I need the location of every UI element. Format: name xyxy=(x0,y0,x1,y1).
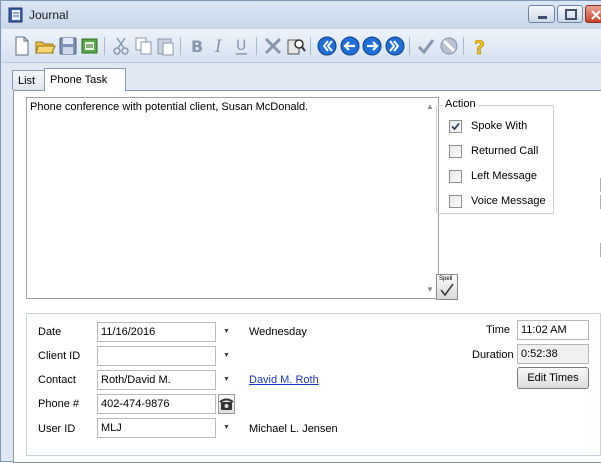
scroll-down-icon[interactable]: ▼ xyxy=(426,285,434,294)
next-record-icon[interactable] xyxy=(361,35,383,57)
weekday-text: Wednesday xyxy=(249,326,307,338)
tab-list[interactable]: List xyxy=(12,70,45,90)
bold-icon[interactable]: B xyxy=(186,35,208,57)
tab-phone-task-label: Phone Task xyxy=(50,74,108,86)
svg-text:U: U xyxy=(236,38,246,54)
underline-icon[interactable]: U xyxy=(231,35,253,57)
paste-icon[interactable] xyxy=(155,35,177,57)
copy-icon[interactable] xyxy=(133,35,155,57)
svg-text:I: I xyxy=(214,37,222,57)
notes-icon[interactable] xyxy=(79,35,101,57)
edit-times-button[interactable]: Edit Times xyxy=(517,367,589,389)
open-folder-icon[interactable] xyxy=(34,35,56,57)
first-record-icon[interactable] xyxy=(316,35,338,57)
phone-field[interactable]: 402-474-9876 xyxy=(97,394,216,414)
voice-message-label: Voice Message xyxy=(471,195,546,207)
phone-label: Phone # xyxy=(38,398,79,410)
checkbox-box[interactable] xyxy=(449,170,462,183)
tab-phone-task[interactable]: Phone Task xyxy=(44,68,126,91)
user-id-dropdown-icon[interactable]: ▼ xyxy=(218,418,235,438)
cut-icon[interactable] xyxy=(110,35,132,57)
journal-window: Journal B I U ? List Phone Task Phone co… xyxy=(0,0,601,463)
left-message-label: Left Message xyxy=(471,170,538,182)
tab-list-label: List xyxy=(18,75,36,87)
title-bar[interactable]: Journal xyxy=(1,1,601,29)
action-group: Action Spoke With Returned Call Left Mes… xyxy=(436,98,554,214)
call-details-form: Date 11/16/2016 ▼ Wednesday Time 11:02 A… xyxy=(26,313,601,456)
last-record-icon[interactable] xyxy=(384,35,406,57)
close-button[interactable] xyxy=(585,5,601,23)
date-field[interactable]: 11/16/2016 xyxy=(97,322,216,342)
contact-dropdown-icon[interactable]: ▼ xyxy=(218,370,235,390)
checkbox-box[interactable] xyxy=(449,145,462,158)
spell-check-icon xyxy=(440,283,454,297)
spell-check-button[interactable]: Spell xyxy=(436,274,458,300)
contact-link[interactable]: David M. Roth xyxy=(249,374,319,386)
toolbar-separator xyxy=(463,37,464,55)
tools-icon[interactable] xyxy=(262,35,284,57)
toolbar-separator xyxy=(409,37,410,55)
client-id-label: Client ID xyxy=(38,350,81,362)
previous-record-icon[interactable] xyxy=(339,35,361,57)
time-field[interactable]: 11:02 AM xyxy=(517,320,589,340)
toolbar: B I U ? xyxy=(2,29,601,63)
minimize-button[interactable] xyxy=(528,5,555,23)
date-label: Date xyxy=(38,326,62,338)
returned-call-label: Returned Call xyxy=(471,145,539,157)
toolbar-separator xyxy=(104,37,105,55)
user-id-field[interactable]: MLJ xyxy=(97,418,216,438)
checkbox-box[interactable] xyxy=(449,195,462,208)
cancel-icon[interactable] xyxy=(438,35,460,57)
client-id-dropdown-icon[interactable]: ▼ xyxy=(218,346,235,366)
new-icon[interactable] xyxy=(11,35,33,57)
window-title: Journal xyxy=(29,8,69,22)
check-icon[interactable] xyxy=(415,35,437,57)
time-label: Time xyxy=(486,324,511,336)
action-legend: Action xyxy=(443,98,478,110)
save-icon[interactable] xyxy=(57,35,79,57)
notes-textarea[interactable]: Phone conference with potential client, … xyxy=(26,97,439,299)
notes-text: Phone conference with potential client, … xyxy=(30,101,309,113)
search-book-icon[interactable] xyxy=(285,35,307,57)
date-dropdown-icon[interactable]: ▼ xyxy=(218,322,235,342)
duration-label: Duration xyxy=(472,349,514,361)
journal-app-icon xyxy=(8,7,24,23)
maximize-button[interactable] xyxy=(557,5,583,23)
user-name-text: Michael L. Jensen xyxy=(249,423,338,435)
svg-text:?: ? xyxy=(474,37,485,57)
dial-phone-icon[interactable] xyxy=(218,394,235,414)
client-id-field[interactable] xyxy=(97,346,216,366)
tab-strip: List Phone Task xyxy=(12,68,601,91)
italic-icon[interactable]: I xyxy=(209,35,231,57)
checkbox-box[interactable] xyxy=(449,120,462,133)
phone-task-panel: Phone conference with potential client, … xyxy=(13,90,601,463)
svg-text:B: B xyxy=(191,37,203,56)
user-id-label: User ID xyxy=(38,423,76,435)
toolbar-separator xyxy=(310,37,311,55)
spoke-with-label: Spoke With xyxy=(471,120,528,132)
scroll-up-icon[interactable]: ▲ xyxy=(426,102,434,111)
contact-field[interactable]: Roth/David M. xyxy=(97,370,216,390)
contact-label: Contact xyxy=(38,374,76,386)
toolbar-separator xyxy=(256,37,257,55)
toolbar-separator xyxy=(180,37,181,55)
help-icon[interactable]: ? xyxy=(469,35,491,60)
duration-field: 0:52:38 xyxy=(517,344,589,364)
